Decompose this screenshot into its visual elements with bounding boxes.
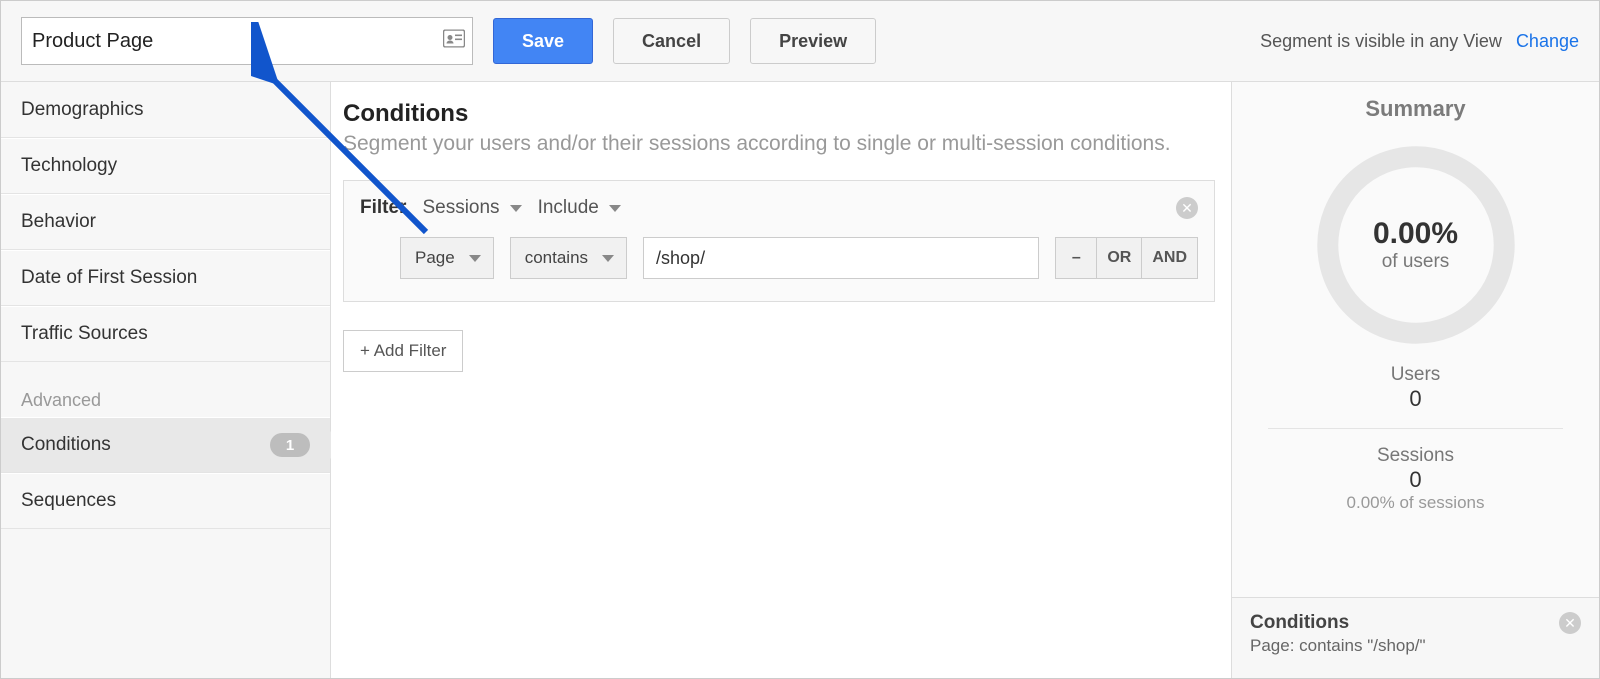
summary-panel: Summary 0.00% of users Users 0 Se — [1231, 82, 1599, 678]
filter-card: Filter Sessions Include Page — [343, 180, 1215, 302]
and-button[interactable]: AND — [1142, 237, 1198, 279]
save-button[interactable]: Save — [493, 18, 593, 64]
conditions-summary-title: Conditions — [1250, 612, 1559, 634]
include-dropdown[interactable]: Include — [538, 197, 621, 219]
visibility-text: Segment is visible in any View — [1260, 31, 1502, 52]
include-dropdown-label: Include — [538, 197, 599, 219]
sidebar-item-demographics[interactable]: Demographics — [1, 82, 330, 138]
sidebar: Demographics Technology Behavior Date of… — [1, 82, 331, 678]
sidebar-item-traffic-sources[interactable]: Traffic Sources — [1, 306, 330, 362]
sidebar-item-first-session[interactable]: Date of First Session — [1, 250, 330, 306]
sessions-value: 0 — [1256, 467, 1575, 493]
donut-label: of users — [1382, 251, 1450, 273]
scope-dropdown-label: Sessions — [422, 197, 499, 219]
change-visibility-link[interactable]: Change — [1516, 31, 1579, 52]
operator-group: – OR AND — [1055, 237, 1198, 279]
conditions-summary: Conditions Page: contains "/shop/" — [1232, 597, 1599, 678]
divider — [1268, 428, 1563, 429]
sidebar-item-sequences[interactable]: Sequences — [1, 473, 330, 529]
filter-label: Filter — [360, 197, 406, 219]
page-title: Conditions — [343, 100, 1215, 128]
dimension-select-label: Page — [415, 248, 455, 268]
donut-percent: 0.00% — [1373, 217, 1458, 251]
sidebar-item-label: Conditions — [21, 434, 111, 456]
cancel-button[interactable]: Cancel — [613, 18, 730, 64]
toolbar-right: Segment is visible in any View Change — [1260, 31, 1579, 52]
donut-chart: 0.00% of users — [1232, 130, 1599, 354]
chevron-down-icon — [602, 255, 614, 262]
sessions-stat: Sessions 0 0.00% of sessions — [1232, 435, 1599, 523]
body: Demographics Technology Behavior Date of… — [1, 82, 1599, 678]
filter-row: Page contains – OR AND — [360, 237, 1198, 279]
dimension-select[interactable]: Page — [400, 237, 494, 279]
users-stat: Users 0 — [1232, 354, 1599, 422]
sidebar-item-conditions[interactable]: Conditions 1 — [1, 417, 330, 473]
chevron-down-icon — [469, 255, 481, 262]
users-label: Users — [1256, 364, 1575, 386]
id-card-icon — [443, 30, 465, 53]
filter-header: Filter Sessions Include — [360, 197, 1198, 219]
conditions-count-badge: 1 — [270, 433, 310, 457]
chevron-down-icon — [510, 205, 522, 212]
sidebar-item-label: Sequences — [21, 490, 116, 512]
remove-filter-icon[interactable] — [1176, 197, 1198, 219]
sessions-label: Sessions — [1256, 445, 1575, 467]
chevron-down-icon — [609, 205, 621, 212]
sidebar-item-behavior[interactable]: Behavior — [1, 194, 330, 250]
segment-builder: Save Cancel Preview Segment is visible i… — [0, 0, 1600, 679]
users-value: 0 — [1256, 386, 1575, 412]
sidebar-item-technology[interactable]: Technology — [1, 138, 330, 194]
summary-title: Summary — [1232, 82, 1599, 130]
sessions-sub: 0.00% of sessions — [1256, 493, 1575, 513]
segment-name-field-wrap — [21, 17, 473, 65]
match-type-label: contains — [525, 248, 588, 268]
filter-value-input[interactable] — [643, 237, 1039, 279]
match-type-select[interactable]: contains — [510, 237, 627, 279]
remove-condition-summary-icon[interactable] — [1559, 612, 1581, 634]
segment-name-input[interactable] — [21, 17, 473, 65]
sidebar-section-advanced: Advanced — [1, 362, 330, 417]
add-filter-button[interactable]: + Add Filter — [343, 330, 463, 372]
toolbar: Save Cancel Preview Segment is visible i… — [1, 1, 1599, 82]
conditions-summary-line: Page: contains "/shop/" — [1250, 636, 1559, 656]
page-subtitle: Segment your users and/or their sessions… — [343, 132, 1215, 156]
or-button[interactable]: OR — [1097, 237, 1142, 279]
remove-condition-button[interactable]: – — [1055, 237, 1097, 279]
preview-button[interactable]: Preview — [750, 18, 876, 64]
scope-dropdown[interactable]: Sessions — [422, 197, 521, 219]
main-content: Conditions Segment your users and/or the… — [331, 82, 1231, 678]
